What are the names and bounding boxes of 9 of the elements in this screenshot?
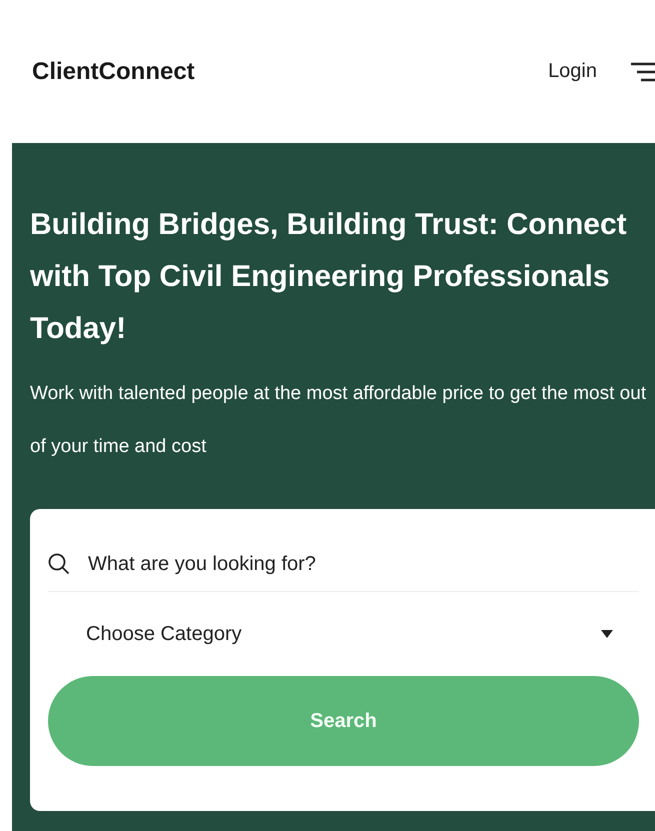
category-dropdown[interactable]: Choose Category bbox=[48, 592, 639, 676]
menu-icon[interactable] bbox=[629, 60, 655, 82]
hero-title: Building Bridges, Building Trust: Connect with Top Civil Engineering Professionals Today! bbox=[30, 207, 628, 347]
search-field[interactable]: What are you looking for? bbox=[86, 552, 639, 576]
caret-icon bbox=[601, 630, 613, 638]
logo[interactable]: ClientConnect bbox=[32, 58, 548, 86]
login-link[interactable]: Login bbox=[548, 60, 597, 83]
search-icon bbox=[48, 553, 70, 575]
hero-subtitle: Work with talented people at the most affordable price to get the most out of your time and cost bbox=[30, 382, 648, 459]
